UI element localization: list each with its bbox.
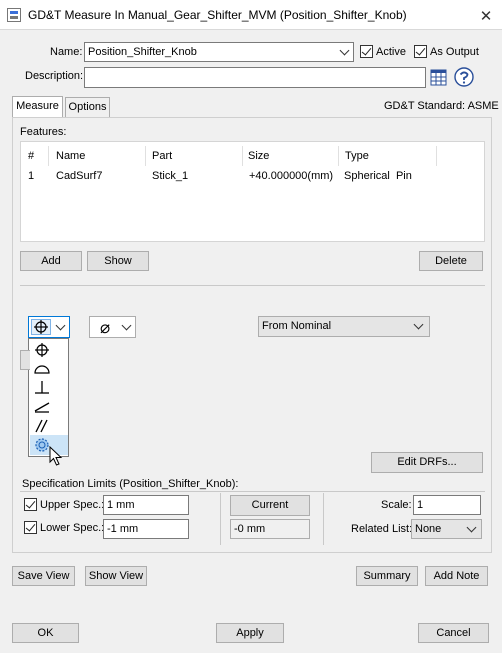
parallelism-icon[interactable] xyxy=(30,416,68,436)
close-icon[interactable]: ✕ xyxy=(476,7,496,25)
vertical-divider xyxy=(220,493,221,545)
chevron-down-icon[interactable] xyxy=(339,45,350,56)
show-view-button[interactable]: Show View xyxy=(85,566,147,586)
app-icon xyxy=(7,8,21,22)
row-type: Spherical Pin xyxy=(344,170,412,182)
symbol-dropdown-list[interactable] xyxy=(28,338,69,457)
upper-spec-checkbox[interactable] xyxy=(24,498,37,511)
title-bar: GD&T Measure In Manual_Gear_Shifter_MVM … xyxy=(0,0,502,30)
angularity-icon[interactable] xyxy=(30,397,68,417)
column-divider[interactable] xyxy=(145,146,146,166)
position-icon xyxy=(31,319,51,335)
add-button[interactable]: Add xyxy=(20,251,82,271)
name-value: Position_Shifter_Knob xyxy=(88,46,197,58)
cancel-button[interactable]: Cancel xyxy=(418,623,489,643)
column-divider[interactable] xyxy=(338,146,339,166)
profile-of-line-icon[interactable] xyxy=(30,359,68,379)
edit-drfs-button[interactable]: Edit DRFs... xyxy=(371,452,483,473)
position-icon[interactable] xyxy=(30,340,68,360)
active-label: Active xyxy=(376,46,406,58)
column-header-num[interactable]: # xyxy=(28,150,34,162)
row-name: CadSurf7 xyxy=(56,170,103,182)
modifier-dropdown[interactable]: ⌀ xyxy=(89,316,136,338)
name-label: Name: xyxy=(50,46,83,58)
related-list-value: None xyxy=(415,523,442,535)
chevron-down-icon xyxy=(55,320,66,331)
scale-label: Scale: xyxy=(381,499,412,511)
save-view-button[interactable]: Save View xyxy=(12,566,75,586)
related-list-select[interactable]: None xyxy=(411,519,482,539)
chevron-down-icon xyxy=(121,320,132,331)
nominal-select-value: From Nominal xyxy=(262,320,332,332)
diameter-icon: ⌀ xyxy=(100,318,111,338)
mouse-cursor-icon xyxy=(49,445,65,468)
column-divider[interactable] xyxy=(436,146,437,166)
active-checkbox[interactable] xyxy=(360,45,373,58)
grid-properties-icon[interactable] xyxy=(430,66,450,88)
window-title: GD&T Measure In Manual_Gear_Shifter_MVM … xyxy=(28,8,407,22)
tab-measure[interactable]: Measure xyxy=(12,96,63,118)
tab-options[interactable]: Options xyxy=(65,97,110,117)
symbol-dropdown[interactable] xyxy=(28,316,70,338)
apply-button[interactable]: Apply xyxy=(216,623,284,643)
as-output-checkbox[interactable] xyxy=(414,45,427,58)
column-divider[interactable] xyxy=(242,146,243,166)
current-value: -0 mm xyxy=(230,519,310,539)
description-label: Description: xyxy=(25,70,84,82)
help-question-icon[interactable] xyxy=(452,66,478,88)
column-divider[interactable] xyxy=(48,146,49,166)
table-row[interactable]: 1 CadSurf7 Stick_1 +40.000000(mm) Spheri… xyxy=(21,166,484,184)
spec-limits-title: Specification Limits (Position_Shifter_K… xyxy=(22,478,239,490)
perpendicularity-icon[interactable] xyxy=(30,378,68,398)
separator xyxy=(20,285,485,286)
related-list-label: Related List: xyxy=(351,523,413,535)
spec-limits-separator xyxy=(20,491,485,492)
row-num: 1 xyxy=(28,170,35,182)
vertical-divider xyxy=(323,493,324,545)
row-part: Stick_1 xyxy=(152,170,189,182)
column-header-part[interactable]: Part xyxy=(152,150,172,162)
features-label: Features: xyxy=(20,126,67,138)
ok-button[interactable]: OK xyxy=(12,623,79,643)
lower-spec-input[interactable]: -1 mm xyxy=(103,519,189,539)
lower-spec-checkbox[interactable] xyxy=(24,521,37,534)
show-button[interactable]: Show xyxy=(87,251,149,271)
add-note-button[interactable]: Add Note xyxy=(425,566,488,586)
column-header-size[interactable]: Size xyxy=(248,150,269,162)
gdt-standard-label: GD&T Standard: ASME xyxy=(384,100,499,112)
row-size: +40.000000(mm) xyxy=(249,170,334,182)
hidden-button-edge xyxy=(20,350,30,370)
delete-button[interactable]: Delete xyxy=(419,251,483,271)
chevron-down-icon xyxy=(466,522,477,533)
upper-spec-label: Upper Spec.: xyxy=(40,499,105,511)
current-button[interactable]: Current xyxy=(230,495,310,516)
summary-button[interactable]: Summary xyxy=(356,566,418,586)
name-combobox[interactable]: Position_Shifter_Knob xyxy=(84,42,354,62)
column-header-name[interactable]: Name xyxy=(56,150,85,162)
nominal-select[interactable]: From Nominal xyxy=(258,316,430,337)
lower-spec-label: Lower Spec.: xyxy=(40,522,105,534)
scale-input[interactable]: 1 xyxy=(413,495,481,515)
upper-spec-input[interactable]: 1 mm xyxy=(103,495,189,515)
column-header-type[interactable]: Type xyxy=(345,150,369,162)
chevron-down-icon xyxy=(413,319,424,330)
description-field[interactable] xyxy=(84,67,426,88)
as-output-label: As Output xyxy=(430,46,479,58)
